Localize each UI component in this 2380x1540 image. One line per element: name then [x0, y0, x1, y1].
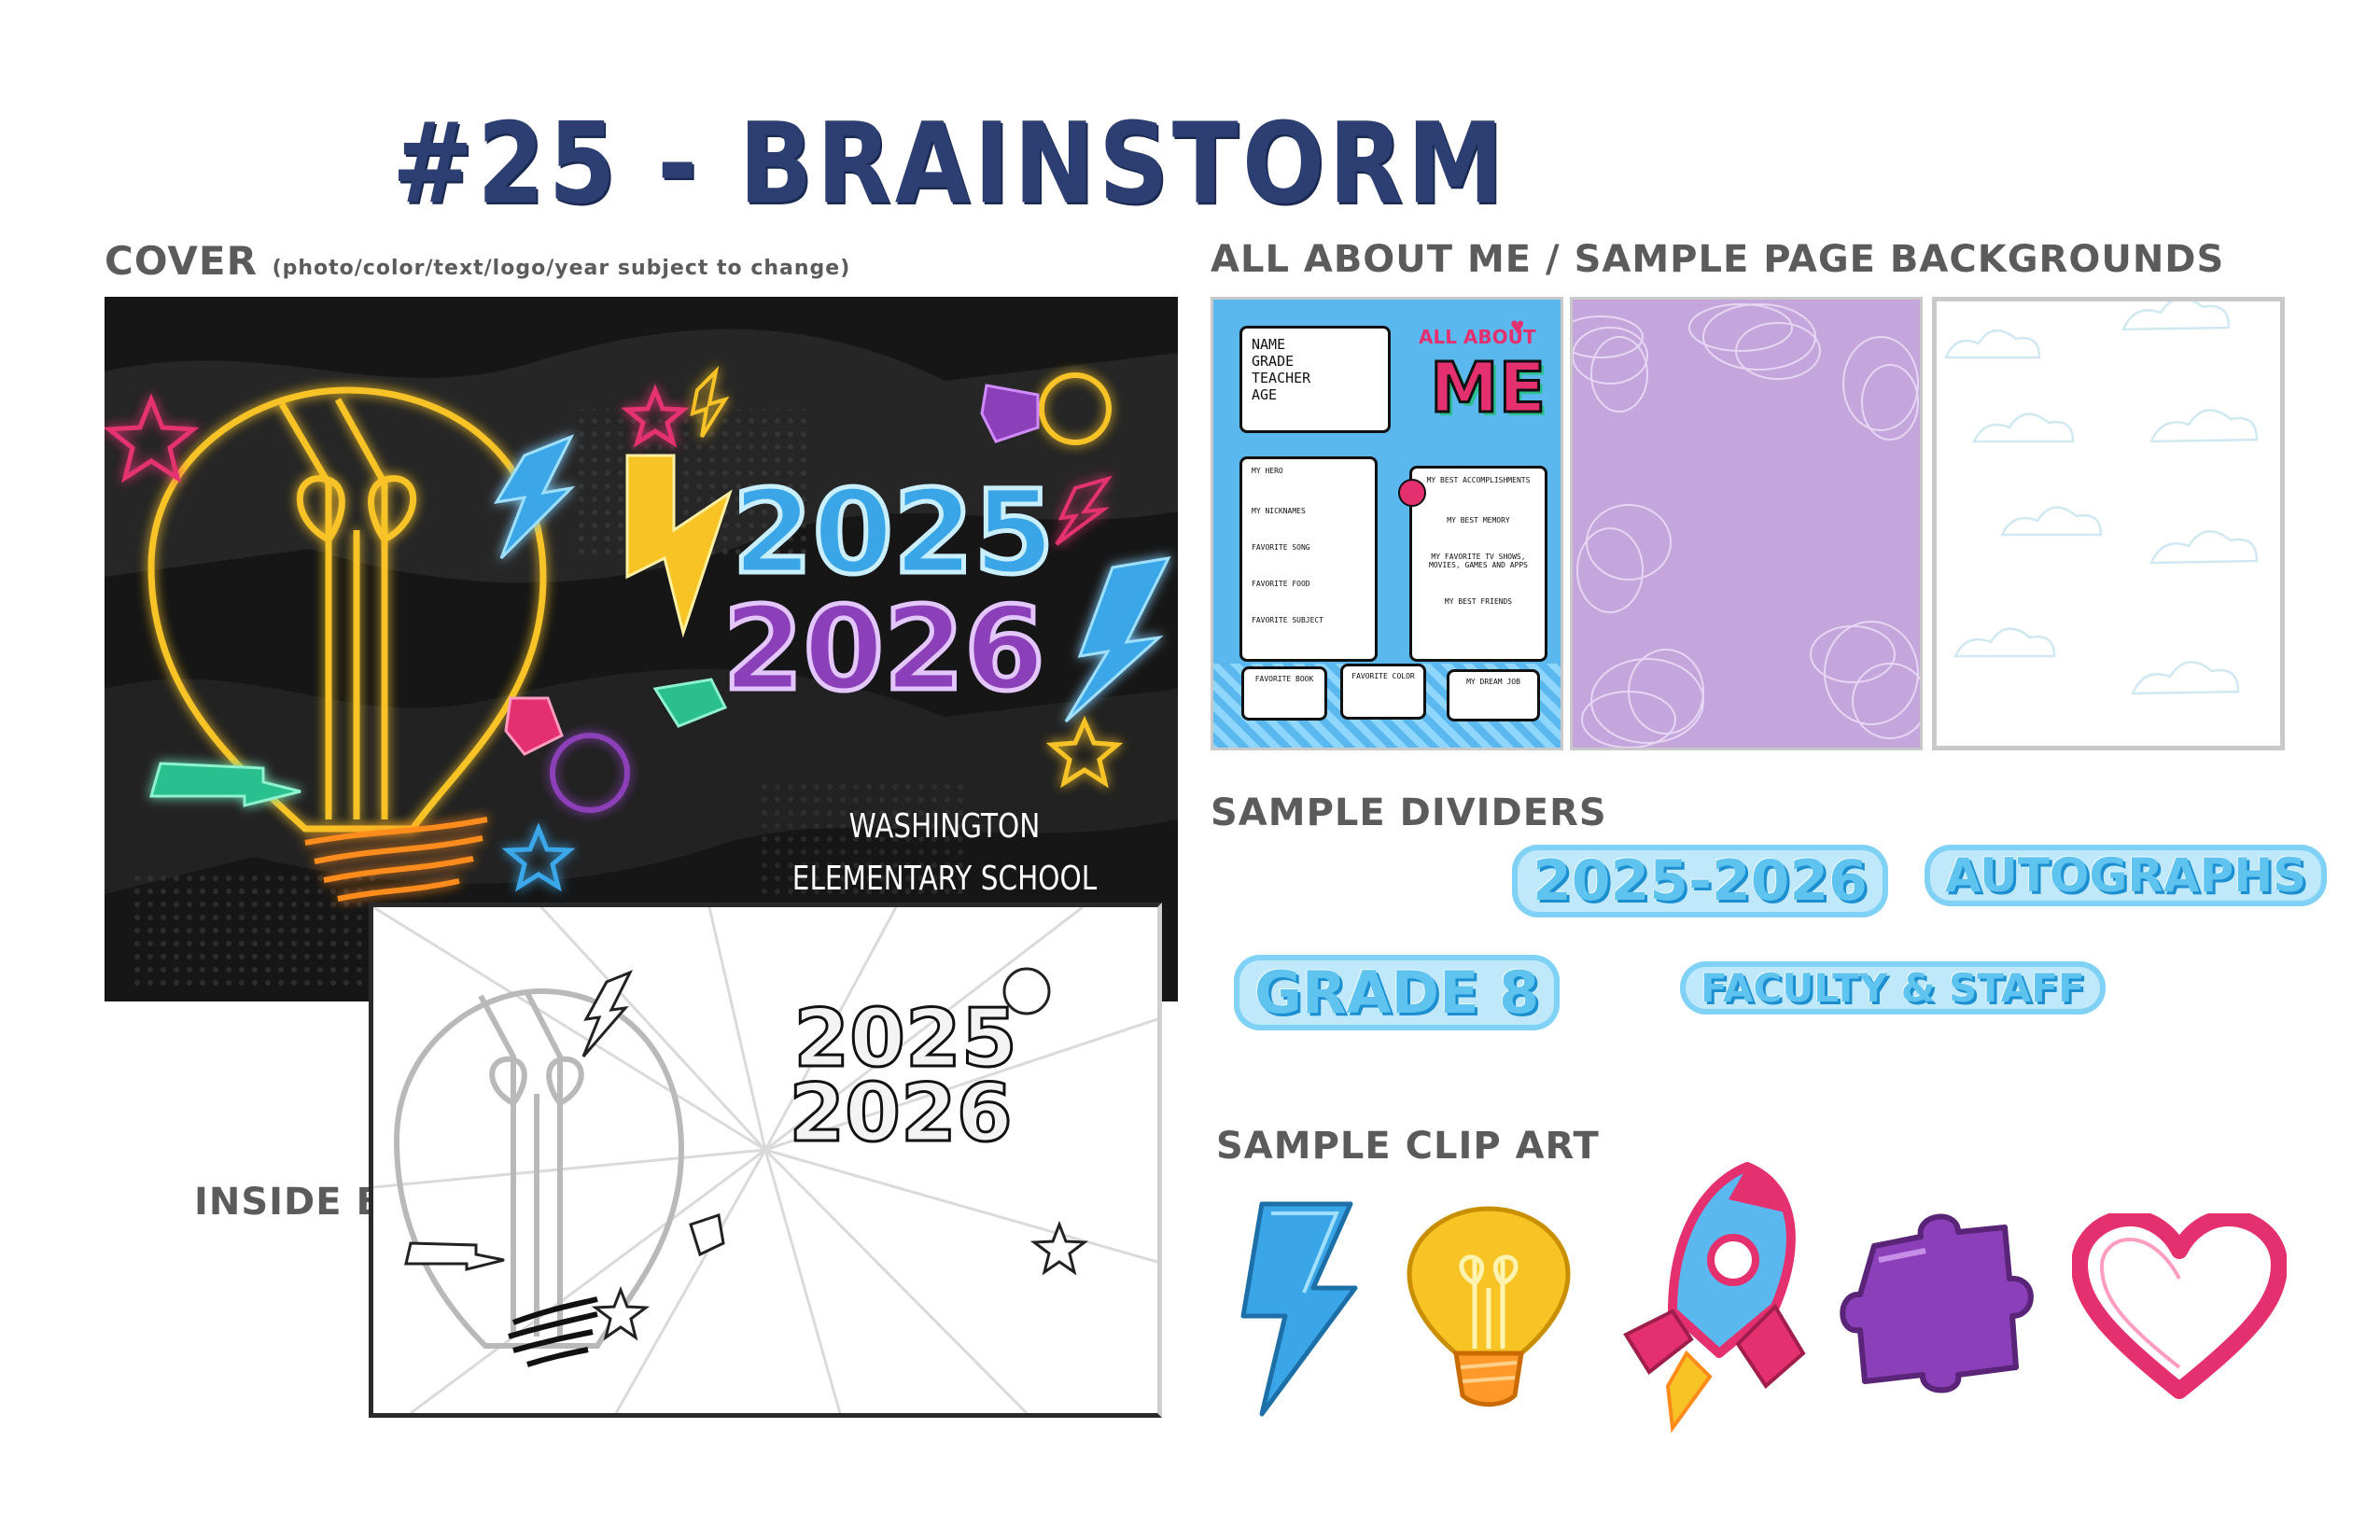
field-age: AGE — [1252, 386, 1278, 403]
school-name: WASHINGTON ELEMENTARY SCHOOL — [791, 801, 1098, 905]
all-about-me-page: NAME GRADE TEACHER AGE ALL ABOUT ME ♥ MY… — [1211, 297, 1563, 750]
right-info-box: MY BEST ACCOMPLISHMENTS MY BEST MEMORY M… — [1409, 466, 1547, 662]
favorite-color-box: FAVORITE COLOR — [1340, 664, 1426, 720]
field-my-hero: MY HERO — [1252, 467, 1283, 475]
school-name-line1: WASHINGTON — [848, 807, 1041, 846]
clipart-heart-icon — [2072, 1213, 2287, 1399]
clipart-rocket-icon — [1623, 1162, 1806, 1434]
outline-shape-icon — [689, 1213, 725, 1257]
outline-bulb-icon — [393, 987, 685, 1349]
clouds-background-sample — [1932, 297, 2285, 750]
cover-front: 2025 2026 WASHINGTON ELEMENTARY SCHOOL — [103, 297, 1178, 1001]
cover-year-bottom: 2026 — [722, 582, 1044, 717]
field-best-memory: MY BEST MEMORY — [1447, 516, 1510, 525]
school-name-line2: ELEMENTARY SCHOOL — [791, 860, 1098, 898]
field-accomplishments: MY BEST ACCOMPLISHMENTS — [1426, 476, 1531, 484]
field-favorite-food: FAVORITE FOOD — [1252, 580, 1310, 588]
clipart-light-bulb-icon — [1407, 1206, 1571, 1407]
cover-note: (photo/color/text/logo/year subject to c… — [272, 257, 851, 280]
divider-tab-year: 2025-2026 — [1512, 845, 1888, 917]
outline-bolt-icon — [404, 970, 634, 1271]
divider-tab-faculty: FACULTY & STAFF — [1680, 961, 2106, 1015]
field-favorite-subject: FAVORITE SUBJECT — [1252, 616, 1324, 624]
page-title: #25 - BRAINSTORM — [392, 98, 1507, 230]
field-favorite-song: FAVORITE SONG — [1252, 543, 1310, 552]
pushpin-icon — [1398, 479, 1426, 507]
field-nicknames: MY NICKNAMES — [1252, 507, 1306, 515]
field-teacher: TEACHER — [1252, 370, 1311, 386]
inside-bw-preview: 2025 2026 — [369, 903, 1162, 1418]
field-favorite-shows: MY FAVORITE TV SHOWS, MOVIES, GAMES AND … — [1429, 553, 1528, 569]
clipart-label: SAMPLE CLIP ART — [1216, 1125, 1600, 1168]
cover-year-top: 2025 — [732, 466, 1054, 600]
field-best-friends: MY BEST FRIENDS — [1444, 597, 1513, 606]
dream-job-box: MY DREAM JOB — [1447, 669, 1540, 721]
divider-tab-autographs: AUTOGRAPHS — [1925, 845, 2328, 906]
heart-icon: ♥ — [1510, 312, 1525, 340]
favorite-book-box: FAVORITE BOOK — [1241, 666, 1327, 721]
me-heading: ME — [1428, 347, 1547, 430]
field-name: NAME — [1252, 336, 1286, 353]
cover-label: COVER (photo/color/text/logo/year subjec… — [105, 238, 850, 284]
field-grade: GRADE — [1252, 353, 1295, 370]
clipart-puzzle-piece-icon — [1840, 1213, 2034, 1393]
inside-bw-artwork: 2025 2026 — [372, 905, 1158, 1415]
inside-year-bottom: 2026 — [789, 1067, 1012, 1160]
left-info-box: MY HERO MY NICKNAMES FAVORITE SONG FAVOR… — [1239, 456, 1378, 662]
scribble-pattern — [1573, 303, 1920, 748]
name-grade-box: NAME GRADE TEACHER AGE — [1239, 326, 1391, 433]
lilac-background-sample — [1570, 297, 1923, 750]
dividers-label: SAMPLE DIVIDERS — [1211, 791, 1607, 834]
inserts-label: ALL ABOUT ME / SAMPLE PAGE BACKGROUNDS — [1211, 238, 2225, 281]
clipart-lightning-bolt-icon — [1240, 1201, 1358, 1417]
cloud-pattern — [1944, 301, 2259, 695]
outline-bulb-base-icon — [508, 1296, 598, 1367]
cover-label-text: COVER — [105, 238, 258, 284]
divider-tab-grade: GRADE 8 — [1234, 955, 1561, 1030]
